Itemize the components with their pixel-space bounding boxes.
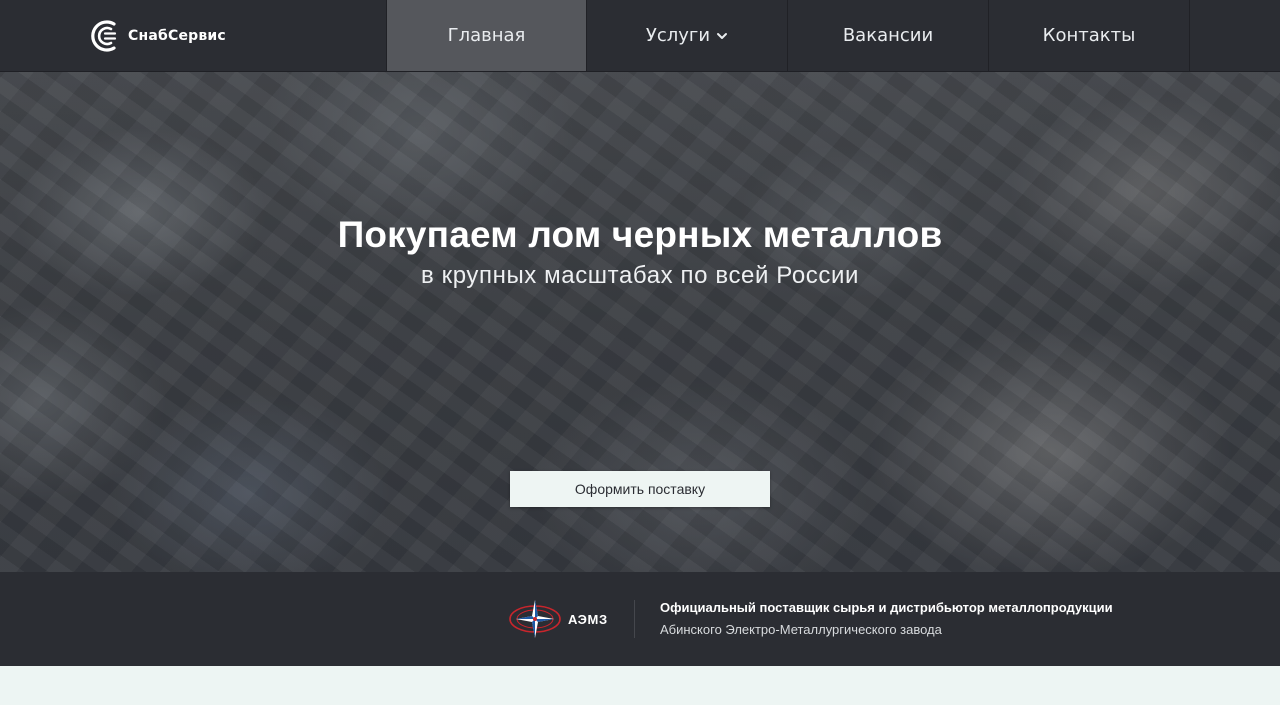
snabservis-logo-icon — [91, 20, 117, 52]
order-delivery-button[interactable]: Оформить поставку — [510, 471, 770, 507]
next-section — [0, 666, 1280, 705]
main-nav: Главная Услуги Вакансии Контакты — [386, 0, 1280, 71]
hero-title: Покупаем лом черных металлов — [337, 214, 943, 255]
partner-description-sub: Абинского Электро-Металлургического заво… — [660, 622, 942, 637]
site-logo[interactable]: СнабСервис — [88, 16, 226, 56]
nav-item-services[interactable]: Услуги — [587, 0, 788, 71]
nav-item-label: Контакты — [1042, 25, 1136, 46]
nav-item-contacts[interactable]: Контакты — [989, 0, 1190, 71]
nav-item-label: Вакансии — [842, 25, 934, 46]
hero-section: Покупаем лом черных металлов в крупных м… — [0, 72, 1280, 572]
logo-text: СнабСервис — [128, 28, 226, 44]
partner-divider — [634, 600, 635, 638]
chevron-down-icon — [717, 32, 728, 39]
partner-band: АЭМЗ Официальный поставщик сырья и дистр… — [0, 572, 1280, 666]
partner-description-title: Официальный поставщик сырья и дистрибьют… — [660, 600, 1113, 615]
hero-subtitle: в крупных масштабах по всей России — [421, 262, 859, 289]
aemz-emblem-icon — [509, 600, 561, 638]
nav-item-label: Главная — [447, 25, 526, 46]
nav-item-home[interactable]: Главная — [386, 0, 587, 71]
partner-logo[interactable]: АЭМЗ — [508, 599, 608, 639]
nav-item-vacancies[interactable]: Вакансии — [788, 0, 989, 71]
partner-abbr: АЭМЗ — [568, 611, 608, 627]
site-header: СнабСервис Главная Услуги Вакансии Конта… — [0, 0, 1280, 72]
nav-item-label: Услуги — [645, 25, 711, 46]
